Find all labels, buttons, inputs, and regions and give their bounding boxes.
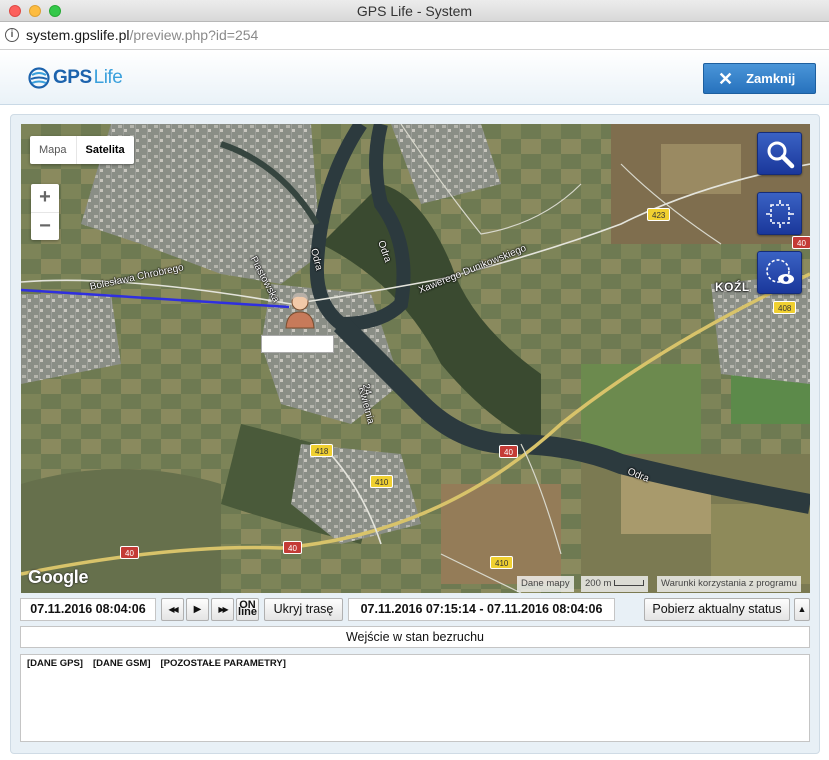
url-text[interactable]: system.gpslife.pl/preview.php?id=254 [26,27,258,43]
current-time-field: 07.11.2016 08:04:06 [20,598,156,621]
fetch-status-button[interactable]: Pobierz aktualny status [644,598,790,621]
info-tabs: [DANE GPS] [DANE GSM] [POZOSTAŁE PARAMET… [27,658,286,669]
online-toggle-button[interactable]: ON line [236,598,259,621]
forward-icon: ▶▶ [218,605,228,614]
city-label: KOŹL [715,280,750,294]
map-scale: 200 m [581,576,649,592]
globe-logo-icon [28,67,50,89]
search-tool-button[interactable] [757,132,802,175]
map-type-map[interactable]: Mapa [30,136,76,164]
zoom-control: + − [31,184,59,240]
tab-gsm-data[interactable]: [DANE GSM] [93,658,151,669]
road-number: 418 [310,444,334,457]
map-type-control: Mapa Satelita [30,136,134,164]
google-logo: Google [28,567,89,587]
view-area-icon [765,258,794,284]
online-toggle-bottom: line [238,606,257,618]
satellite-imagery [21,124,810,593]
road-number: 40 [792,236,810,249]
info-panel: [DANE GPS] [DANE GSM] [POZOSTAŁE PARAMET… [20,654,810,742]
tab-gps-data[interactable]: [DANE GPS] [27,658,83,669]
info-icon[interactable]: i [5,28,19,42]
close-icon: ✕ [718,68,734,89]
map-view[interactable]: Mapa Satelita + − 40 40 40 40 408 410 41… [21,124,810,593]
close-button-label: Zamknij [746,71,796,86]
status-message: Wejście w stan bezruchu [20,626,810,648]
view-area-tool-button[interactable] [757,251,802,294]
map-type-satellite[interactable]: Satelita [75,136,134,164]
logo-text-life: Life [93,67,123,88]
play-icon: ▶ [193,604,202,615]
forward-button[interactable]: ▶▶ [211,598,234,621]
road-number: 40 [283,541,302,554]
url-path: /preview.php?id=254 [129,27,259,43]
hide-route-button[interactable]: Ukryj trasę [264,598,343,621]
play-button[interactable]: ▶ [186,598,209,621]
search-icon [767,141,794,168]
map-terms-link[interactable]: Warunki korzystania z programu [657,576,801,592]
logo-text-gps: GPS [53,67,92,88]
select-area-icon [765,199,794,228]
rewind-button[interactable]: ◀◀ [161,598,184,621]
zoom-out-button[interactable]: − [31,212,59,240]
zoom-in-button[interactable]: + [31,184,59,212]
window-title: GPS Life - System [356,3,473,19]
map-data-attribution[interactable]: Dane mapy [517,576,574,592]
close-button[interactable]: ✕ Zamknij [703,63,816,94]
tab-other-params[interactable]: [POZOSTAŁE PARAMETRY] [160,658,285,669]
select-area-tool-button[interactable] [757,192,802,235]
road-number: 410 [370,475,394,488]
road-number: 40 [499,445,518,458]
person-marker-icon[interactable] [283,290,317,330]
marker-label [261,335,334,353]
app-header: GPS Life ✕ Zamknij [0,51,829,105]
road-number: 410 [490,556,514,569]
collapse-button[interactable]: ▲ [794,598,810,621]
address-bar[interactable]: i system.gpslife.pl/preview.php?id=254 [0,22,829,50]
road-number: 408 [773,301,797,314]
url-host: system.gpslife.pl [26,27,130,43]
collapse-icon: ▲ [797,604,807,614]
road-number: 423 [647,208,671,221]
rewind-icon: ◀◀ [168,605,178,614]
gpslife-logo: GPS Life [28,65,123,91]
map-scale-label: 200 m [585,578,612,589]
time-range-field: 07.11.2016 07:15:14 - 07.11.2016 08:04:0… [348,598,615,621]
scale-bar [614,580,645,587]
window-titlebar: GPS Life - System [0,0,829,22]
road-number: 40 [120,546,139,559]
